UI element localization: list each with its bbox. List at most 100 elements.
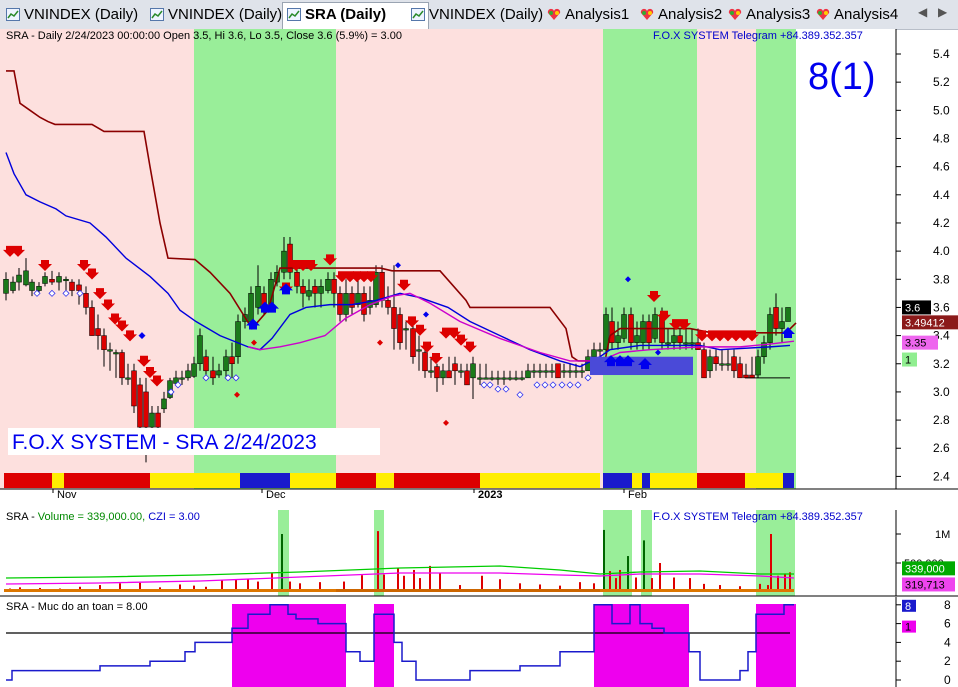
status-strip-segment	[783, 473, 794, 488]
candle-body	[155, 412, 161, 428]
safety-axis-label: 4	[944, 635, 951, 649]
candle-body	[216, 370, 222, 376]
candle-body	[422, 352, 428, 372]
candle-body	[464, 370, 470, 386]
candle-body	[349, 293, 355, 308]
candle-body	[416, 349, 422, 352]
price-axis-label: 3.2	[933, 357, 950, 371]
candle-body	[56, 276, 62, 283]
price-axis-label: 2.8	[933, 413, 950, 427]
signal-count-label: 8(1)	[808, 56, 876, 98]
status-strip-segment	[336, 473, 376, 488]
candle-body	[489, 377, 495, 380]
safety-axis-label: 6	[944, 617, 951, 631]
chart-area[interactable]: 5.45.25.04.84.64.44.24.03.83.63.43.23.02…	[0, 0, 958, 687]
date-label: Dec	[266, 489, 286, 501]
date-label: Feb	[628, 489, 647, 501]
candle-body	[719, 363, 725, 366]
volume-zone	[278, 510, 289, 596]
candle-body	[428, 370, 434, 373]
status-strip-segment	[290, 473, 336, 488]
candle-body	[42, 276, 48, 284]
candle-body	[531, 370, 537, 373]
candle-body	[281, 250, 287, 273]
candle-body	[573, 370, 579, 373]
candle-body	[779, 321, 785, 329]
candle-body	[197, 335, 203, 365]
price-axis-label: 5.4	[933, 47, 950, 61]
candle-body	[306, 290, 312, 297]
status-strip-segment	[52, 473, 64, 488]
price-axis-label: 4.8	[933, 131, 950, 145]
candle-body	[495, 377, 501, 380]
candle-body	[137, 384, 143, 428]
candle-body	[391, 307, 397, 329]
candle-body	[16, 274, 22, 283]
candle-body	[695, 342, 701, 350]
candle-body	[665, 342, 671, 345]
volume-axis-label: 1M	[935, 529, 950, 541]
candle-body	[767, 314, 773, 343]
candle-body	[549, 370, 555, 373]
candle-body	[591, 349, 597, 357]
candle-body	[477, 377, 483, 380]
volume-strip	[194, 589, 336, 592]
candle-body	[119, 352, 125, 379]
date-label: Nov	[57, 489, 77, 501]
status-strip-segment	[745, 473, 783, 488]
candle-body	[95, 328, 101, 336]
candle-body	[255, 286, 261, 308]
status-strip-segment	[4, 473, 22, 488]
status-strip-segment	[650, 473, 697, 488]
candle-body	[440, 370, 446, 379]
candle-body	[434, 366, 440, 379]
candle-body	[385, 300, 391, 308]
safety-zone	[594, 604, 689, 687]
candle-body	[483, 377, 489, 380]
price-axis-label: 4.6	[933, 160, 950, 174]
price-axis-label: 4.2	[933, 216, 950, 230]
price-zone	[194, 29, 336, 489]
candle-body	[501, 377, 507, 380]
candle-body	[397, 314, 403, 343]
status-strip-segment	[150, 473, 194, 488]
candle-body	[83, 293, 89, 308]
candle-body	[203, 356, 209, 372]
candle-body	[525, 370, 531, 379]
candle-body	[671, 335, 677, 343]
candle-body	[689, 342, 695, 345]
status-strip-segment	[262, 473, 290, 488]
candle-body	[185, 370, 191, 379]
candle-body	[701, 349, 707, 379]
candle-body	[191, 363, 197, 377]
candle-body	[3, 279, 9, 294]
candle-body	[507, 377, 513, 380]
candle-body	[773, 307, 779, 329]
price-pane-header: SRA - Daily 2/24/2023 00:00:00 Open 3.5,…	[6, 30, 402, 42]
candle-body	[543, 370, 549, 373]
candle-body	[300, 286, 306, 294]
price-zone	[697, 29, 756, 489]
candle-body	[403, 328, 409, 331]
candle-body	[785, 307, 791, 322]
volume-strip	[4, 589, 194, 592]
safety-pane-header: SRA - Muc do an toan = 8.00	[6, 601, 148, 613]
candle-body	[29, 281, 35, 291]
candle-body	[161, 398, 167, 410]
candle-body	[452, 363, 458, 372]
candle-body	[36, 286, 42, 291]
candle-body	[312, 286, 318, 294]
candle-body	[143, 391, 149, 428]
status-strip-segment	[394, 473, 480, 488]
candle-body	[101, 335, 107, 350]
candle-body	[446, 370, 452, 379]
candle-body	[223, 356, 229, 372]
candle-body	[69, 281, 75, 291]
candle-body	[755, 356, 761, 376]
safety-axis-label: 2	[944, 654, 951, 668]
price-zone	[796, 29, 896, 489]
volume-header-prefix: SRA -	[6, 511, 38, 523]
safety-badge-text: 8	[905, 601, 911, 613]
candle-body	[555, 363, 561, 379]
status-strip-segment	[642, 473, 650, 488]
